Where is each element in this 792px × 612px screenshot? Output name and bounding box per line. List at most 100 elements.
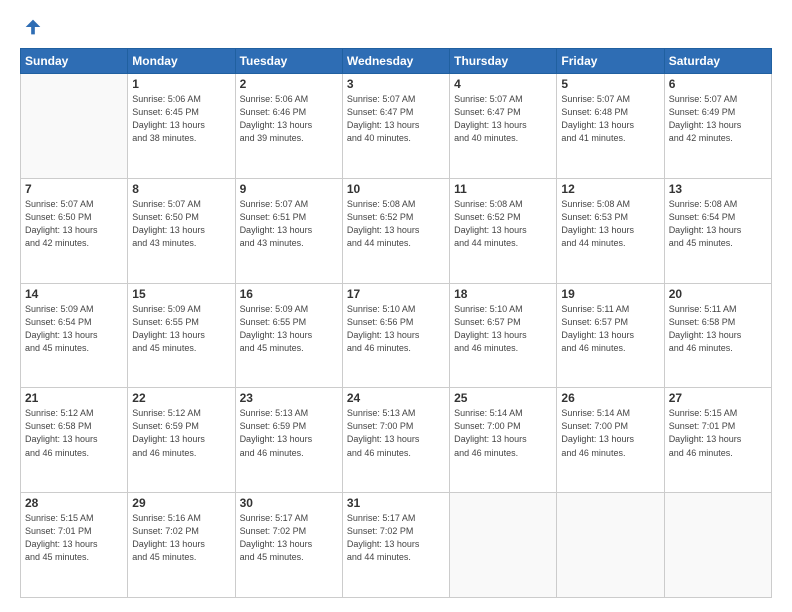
cell-day-number: 19 <box>561 287 659 301</box>
cell-day-number: 9 <box>240 182 338 196</box>
cell-day-number: 2 <box>240 77 338 91</box>
calendar-cell: 14 Sunrise: 5:09 AM Sunset: 6:54 PM Dayli… <box>21 283 128 388</box>
cell-day-number: 26 <box>561 391 659 405</box>
logo-icon <box>22 16 44 38</box>
calendar-cell: 16Sunrise: 5:09 AM Sunset: 6:55 PM Dayli… <box>235 283 342 388</box>
calendar-cell: 23Sunrise: 5:13 AM Sunset: 6:59 PM Dayli… <box>235 388 342 493</box>
cell-day-number: 31 <box>347 496 445 510</box>
calendar-cell: 15Sunrise: 5:09 AM Sunset: 6:55 PM Dayli… <box>128 283 235 388</box>
cell-info: Sunrise: 5:17 AM Sunset: 7:02 PM Dayligh… <box>347 512 445 564</box>
calendar-cell: 11 Sunrise: 5:08 AM Sunset: 6:52 PM Dayli… <box>450 178 557 283</box>
cell-info: Sunrise: 5:13 AM Sunset: 6:59 PM Dayligh… <box>240 407 338 459</box>
cell-info: Sunrise: 5:07 AM Sunset: 6:50 PM Dayligh… <box>25 198 123 250</box>
cell-day-number: 7 <box>25 182 123 196</box>
calendar-cell: 13 Sunrise: 5:08 AM Sunset: 6:54 PM Dayli… <box>664 178 771 283</box>
calendar-cell: 9 Sunrise: 5:07 AM Sunset: 6:51 PM Daylig… <box>235 178 342 283</box>
cell-info: Sunrise: 5:15 AM Sunset: 7:01 PM Dayligh… <box>25 512 123 564</box>
cell-day-number: 28 <box>25 496 123 510</box>
day-header-friday: Friday <box>557 49 664 74</box>
calendar-week-row: 7 Sunrise: 5:07 AM Sunset: 6:50 PM Daylig… <box>21 178 772 283</box>
cell-day-number: 20 <box>669 287 767 301</box>
calendar-cell <box>21 74 128 179</box>
cell-info: Sunrise: 5:14 AM Sunset: 7:00 PM Dayligh… <box>454 407 552 459</box>
cell-day-number: 5 <box>561 77 659 91</box>
cell-info: Sunrise: 5:07 AM Sunset: 6:48 PM Dayligh… <box>561 93 659 145</box>
cell-day-number: 15 <box>132 287 230 301</box>
cell-day-number: 29 <box>132 496 230 510</box>
calendar-body: 1 Sunrise: 5:06 AM Sunset: 6:45 PM Daylig… <box>21 74 772 598</box>
calendar-cell: 24Sunrise: 5:13 AM Sunset: 7:00 PM Dayli… <box>342 388 449 493</box>
day-header-tuesday: Tuesday <box>235 49 342 74</box>
logo <box>20 18 44 38</box>
cell-info: Sunrise: 5:14 AM Sunset: 7:00 PM Dayligh… <box>561 407 659 459</box>
cell-info: Sunrise: 5:07 AM Sunset: 6:49 PM Dayligh… <box>669 93 767 145</box>
calendar-cell: 2 Sunrise: 5:06 AM Sunset: 6:46 PM Daylig… <box>235 74 342 179</box>
calendar-cell: 8 Sunrise: 5:07 AM Sunset: 6:50 PM Daylig… <box>128 178 235 283</box>
cell-day-number: 22 <box>132 391 230 405</box>
calendar-cell: 22 Sunrise: 5:12 AM Sunset: 6:59 PM Dayli… <box>128 388 235 493</box>
calendar-cell <box>557 493 664 598</box>
calendar-week-row: 21 Sunrise: 5:12 AM Sunset: 6:58 PM Dayli… <box>21 388 772 493</box>
calendar-week-row: 28 Sunrise: 5:15 AM Sunset: 7:01 PM Dayli… <box>21 493 772 598</box>
calendar-cell: 10 Sunrise: 5:08 AM Sunset: 6:52 PM Dayli… <box>342 178 449 283</box>
cell-info: Sunrise: 5:09 AM Sunset: 6:55 PM Dayligh… <box>240 303 338 355</box>
cell-info: Sunrise: 5:08 AM Sunset: 6:52 PM Dayligh… <box>454 198 552 250</box>
cell-day-number: 30 <box>240 496 338 510</box>
calendar-cell: 26 Sunrise: 5:14 AM Sunset: 7:00 PM Dayli… <box>557 388 664 493</box>
calendar-header-row: SundayMondayTuesdayWednesdayThursdayFrid… <box>21 49 772 74</box>
cell-day-number: 14 <box>25 287 123 301</box>
cell-day-number: 4 <box>454 77 552 91</box>
calendar-week-row: 14 Sunrise: 5:09 AM Sunset: 6:54 PM Dayli… <box>21 283 772 388</box>
calendar-cell: 7 Sunrise: 5:07 AM Sunset: 6:50 PM Daylig… <box>21 178 128 283</box>
cell-day-number: 8 <box>132 182 230 196</box>
cell-info: Sunrise: 5:08 AM Sunset: 6:54 PM Dayligh… <box>669 198 767 250</box>
cell-info: Sunrise: 5:12 AM Sunset: 6:59 PM Dayligh… <box>132 407 230 459</box>
cell-info: Sunrise: 5:15 AM Sunset: 7:01 PM Dayligh… <box>669 407 767 459</box>
calendar-cell: 5 Sunrise: 5:07 AM Sunset: 6:48 PM Daylig… <box>557 74 664 179</box>
calendar-cell: 1 Sunrise: 5:06 AM Sunset: 6:45 PM Daylig… <box>128 74 235 179</box>
cell-info: Sunrise: 5:08 AM Sunset: 6:52 PM Dayligh… <box>347 198 445 250</box>
cell-day-number: 10 <box>347 182 445 196</box>
cell-day-number: 17 <box>347 287 445 301</box>
calendar-cell: 20 Sunrise: 5:11 AM Sunset: 6:58 PM Dayli… <box>664 283 771 388</box>
cell-info: Sunrise: 5:11 AM Sunset: 6:58 PM Dayligh… <box>669 303 767 355</box>
calendar-cell: 19Sunrise: 5:11 AM Sunset: 6:57 PM Dayli… <box>557 283 664 388</box>
calendar-table: SundayMondayTuesdayWednesdayThursdayFrid… <box>20 48 772 598</box>
page-header <box>20 18 772 38</box>
cell-info: Sunrise: 5:07 AM Sunset: 6:50 PM Dayligh… <box>132 198 230 250</box>
cell-info: Sunrise: 5:08 AM Sunset: 6:53 PM Dayligh… <box>561 198 659 250</box>
calendar-cell: 29 Sunrise: 5:16 AM Sunset: 7:02 PM Dayli… <box>128 493 235 598</box>
cell-info: Sunrise: 5:16 AM Sunset: 7:02 PM Dayligh… <box>132 512 230 564</box>
cell-day-number: 21 <box>25 391 123 405</box>
day-header-sunday: Sunday <box>21 49 128 74</box>
calendar-cell: 27 Sunrise: 5:15 AM Sunset: 7:01 PM Dayli… <box>664 388 771 493</box>
cell-info: Sunrise: 5:07 AM Sunset: 6:47 PM Dayligh… <box>347 93 445 145</box>
calendar-cell: 21 Sunrise: 5:12 AM Sunset: 6:58 PM Dayli… <box>21 388 128 493</box>
cell-day-number: 6 <box>669 77 767 91</box>
cell-info: Sunrise: 5:17 AM Sunset: 7:02 PM Dayligh… <box>240 512 338 564</box>
cell-day-number: 18 <box>454 287 552 301</box>
cell-info: Sunrise: 5:07 AM Sunset: 6:47 PM Dayligh… <box>454 93 552 145</box>
cell-day-number: 27 <box>669 391 767 405</box>
calendar-cell: 28 Sunrise: 5:15 AM Sunset: 7:01 PM Dayli… <box>21 493 128 598</box>
cell-info: Sunrise: 5:06 AM Sunset: 6:45 PM Dayligh… <box>132 93 230 145</box>
calendar-week-row: 1 Sunrise: 5:06 AM Sunset: 6:45 PM Daylig… <box>21 74 772 179</box>
cell-info: Sunrise: 5:12 AM Sunset: 6:58 PM Dayligh… <box>25 407 123 459</box>
cell-day-number: 3 <box>347 77 445 91</box>
calendar-cell: 6 Sunrise: 5:07 AM Sunset: 6:49 PM Daylig… <box>664 74 771 179</box>
cell-day-number: 13 <box>669 182 767 196</box>
calendar-cell: 25Sunrise: 5:14 AM Sunset: 7:00 PM Dayli… <box>450 388 557 493</box>
cell-info: Sunrise: 5:07 AM Sunset: 6:51 PM Dayligh… <box>240 198 338 250</box>
cell-day-number: 1 <box>132 77 230 91</box>
cell-info: Sunrise: 5:13 AM Sunset: 7:00 PM Dayligh… <box>347 407 445 459</box>
calendar-cell: 17Sunrise: 5:10 AM Sunset: 6:56 PM Dayli… <box>342 283 449 388</box>
calendar-cell <box>450 493 557 598</box>
cell-day-number: 11 <box>454 182 552 196</box>
calendar-cell: 31 Sunrise: 5:17 AM Sunset: 7:02 PM Dayli… <box>342 493 449 598</box>
cell-info: Sunrise: 5:09 AM Sunset: 6:54 PM Dayligh… <box>25 303 123 355</box>
calendar-cell: 4 Sunrise: 5:07 AM Sunset: 6:47 PM Daylig… <box>450 74 557 179</box>
cell-info: Sunrise: 5:10 AM Sunset: 6:57 PM Dayligh… <box>454 303 552 355</box>
cell-day-number: 12 <box>561 182 659 196</box>
calendar-cell: 18 Sunrise: 5:10 AM Sunset: 6:57 PM Dayli… <box>450 283 557 388</box>
cell-info: Sunrise: 5:06 AM Sunset: 6:46 PM Dayligh… <box>240 93 338 145</box>
